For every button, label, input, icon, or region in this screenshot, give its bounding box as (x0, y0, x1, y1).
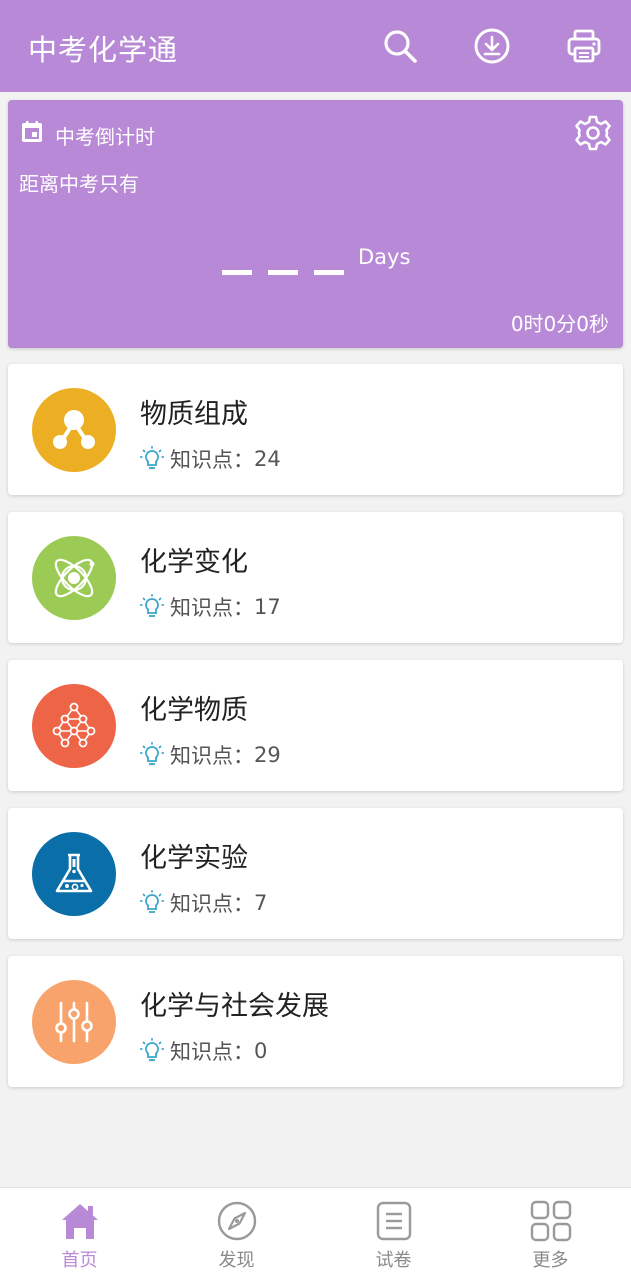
category-card-substance[interactable]: 化学物质 知识点： 29 (8, 660, 623, 791)
tab-label: 试卷 (375, 1250, 412, 1271)
knowledge-value: 29 (254, 743, 281, 767)
category-name: 物质组成 (140, 399, 248, 430)
download-icon[interactable] (470, 24, 514, 68)
knowledge-count: 知识点： 0 (140, 1036, 267, 1066)
sliders-icon (32, 980, 116, 1064)
category-name: 化学物质 (140, 695, 248, 726)
knowledge-count: 知识点： 24 (140, 444, 281, 474)
network-icon (32, 684, 116, 768)
days-placeholder (222, 270, 344, 275)
category-name: 化学变化 (140, 547, 248, 578)
printer-icon[interactable] (562, 24, 606, 68)
tab-label: 发现 (218, 1250, 255, 1271)
app-bar: 中考化学通 (0, 0, 631, 92)
tab-label: 首页 (61, 1250, 98, 1271)
home-icon (59, 1200, 101, 1242)
knowledge-label: 知识点： (170, 596, 254, 620)
tab-label: 更多 (532, 1250, 569, 1271)
flask-icon (32, 832, 116, 916)
grid-icon (530, 1200, 572, 1242)
knowledge-label: 知识点： (170, 744, 254, 768)
knowledge-label: 知识点： (170, 892, 254, 916)
calendar-icon (20, 120, 44, 148)
knowledge-count: 知识点： 17 (140, 592, 281, 622)
atom-icon (32, 536, 116, 620)
countdown-card: 中考倒计时 距离中考只有 Days 0时0分0秒 (8, 100, 623, 348)
knowledge-label: 知识点： (170, 1040, 254, 1064)
category-card-change[interactable]: 化学变化 知识点： 17 (8, 512, 623, 643)
category-card-experiment[interactable]: 化学实验 知识点： 7 (8, 808, 623, 939)
tab-more[interactable]: 更多 (472, 1188, 629, 1280)
countdown-subtitle: 距离中考只有 (19, 172, 139, 196)
days-label: Days (358, 245, 411, 269)
gear-icon[interactable] (574, 114, 612, 156)
lightbulb-icon (140, 742, 164, 765)
knowledge-value: 17 (254, 595, 281, 619)
app-title: 中考化学通 (28, 33, 179, 67)
category-card-composition[interactable]: 物质组成 知识点： 24 (8, 364, 623, 495)
knowledge-count: 知识点： 29 (140, 740, 281, 770)
knowledge-value: 0 (254, 1039, 268, 1063)
category-name: 化学实验 (140, 843, 248, 874)
search-icon[interactable] (378, 24, 422, 68)
tab-papers[interactable]: 试卷 (315, 1188, 472, 1280)
molecule-icon (32, 388, 116, 472)
lightbulb-icon (140, 446, 164, 469)
category-name: 化学与社会发展 (140, 991, 329, 1022)
tab-home[interactable]: 首页 (1, 1188, 158, 1280)
knowledge-label: 知识点： (170, 448, 254, 472)
lightbulb-icon (140, 890, 164, 913)
knowledge-value: 24 (254, 447, 281, 471)
lightbulb-icon (140, 594, 164, 617)
knowledge-count: 知识点： 7 (140, 888, 267, 918)
knowledge-value: 7 (254, 891, 268, 915)
bottom-tab-bar: 首页 发现 试卷 更多 (0, 1187, 631, 1280)
countdown-title: 中考倒计时 (55, 125, 155, 149)
paper-icon (375, 1200, 413, 1242)
time-remaining: 0时0分0秒 (510, 312, 609, 336)
compass-icon (217, 1200, 257, 1242)
lightbulb-icon (140, 1038, 164, 1061)
tab-discover[interactable]: 发现 (158, 1188, 315, 1280)
category-card-society[interactable]: 化学与社会发展 知识点： 0 (8, 956, 623, 1087)
